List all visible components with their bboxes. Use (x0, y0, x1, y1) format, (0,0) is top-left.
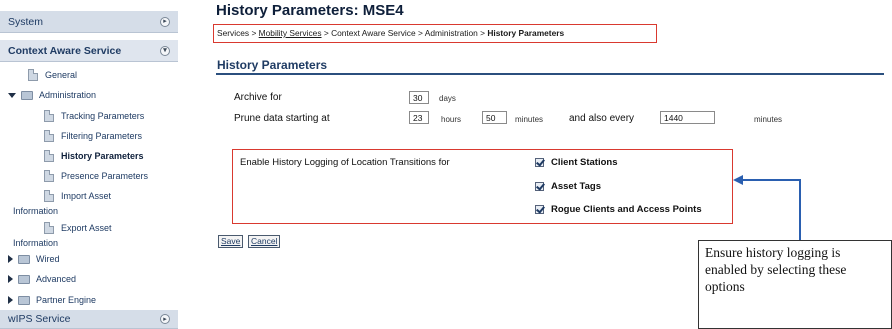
archive-unit: days (439, 94, 456, 103)
breadcrumb: Services > Mobility Services > Context A… (217, 28, 564, 38)
collapsed-arrow-icon[interactable] (8, 296, 13, 304)
callout-arrow-line (740, 179, 801, 240)
folder-icon (18, 254, 30, 264)
breadcrumb-services[interactable]: Services (217, 28, 249, 38)
section-title: History Parameters (217, 58, 328, 72)
breadcrumb-separator: > (477, 28, 488, 38)
page-icon (44, 110, 54, 122)
client-stations-label: Client Stations (551, 157, 618, 168)
sidebar-item-filtering[interactable]: Filtering Parameters (44, 129, 142, 143)
sidebar-item-tracking[interactable]: Tracking Parameters (44, 109, 144, 123)
breadcrumb-separator: > (321, 28, 332, 38)
sidebar-item-label: Advanced (36, 274, 77, 284)
sidebar: System ▸ Context Aware Service ▾ General… (0, 0, 180, 329)
sidebar-item-label: Presence Parameters (61, 171, 149, 181)
wips-header[interactable]: wIPS Service ▸ (0, 310, 178, 329)
prune-label: Prune data starting at (234, 113, 330, 124)
context-aware-header[interactable]: Context Aware Service ▾ (0, 40, 178, 62)
sidebar-item-label: Wired (36, 254, 60, 264)
sidebar-item-label-continued: Information (13, 206, 59, 216)
folder-icon (18, 274, 30, 284)
expand-icon[interactable]: ▸ (160, 314, 170, 324)
sidebar-item-presence[interactable]: Presence Parameters (44, 169, 148, 183)
prune-hours-input[interactable] (409, 111, 429, 124)
section-divider (216, 73, 884, 75)
prune-hours-unit: hours (441, 115, 462, 124)
every-minutes-input[interactable] (660, 111, 715, 124)
sidebar-item-label: Partner Engine (36, 295, 97, 305)
prune-minutes-unit: minutes (515, 115, 544, 124)
folder-icon (18, 295, 30, 305)
sidebar-item-label: Export Asset (61, 223, 112, 233)
page-title: History Parameters: MSE4 (216, 2, 404, 19)
save-button[interactable]: Save (218, 235, 244, 248)
page-icon (28, 69, 38, 81)
collapsed-arrow-icon[interactable] (8, 275, 13, 283)
page-icon (44, 150, 54, 162)
sidebar-item-label: Tracking Parameters (61, 111, 145, 121)
system-label: System (8, 15, 44, 28)
page-icon (44, 170, 54, 182)
logging-label: Enable History Logging of Location Trans… (240, 157, 450, 168)
every-minutes-unit: minutes (754, 115, 783, 124)
sidebar-item-wired[interactable]: Wired (8, 252, 60, 266)
sidebar-item-label: Import Asset (61, 191, 112, 201)
expand-icon[interactable]: ▸ (160, 16, 170, 27)
page-icon (44, 222, 54, 234)
sidebar-item-partner-engine[interactable]: Partner Engine (8, 293, 96, 307)
client-stations-checkbox[interactable] (535, 158, 544, 167)
sidebar-item-export-asset[interactable]: Export Asset (44, 221, 112, 235)
page-icon (44, 130, 54, 142)
breadcrumb-mobility-services[interactable]: Mobility Services (259, 28, 322, 38)
annotation-callout: Ensure history logging is enabled by sel… (698, 240, 892, 329)
sidebar-item-administration[interactable]: Administration (8, 88, 96, 102)
rogue-clients-label: Rogue Clients and Access Points (551, 204, 702, 215)
callout-arrow-head (733, 175, 743, 185)
archive-label: Archive for (234, 92, 282, 103)
breadcrumb-context-aware[interactable]: Context Aware Service (331, 28, 416, 38)
collapsed-arrow-icon[interactable] (8, 255, 13, 263)
sidebar-item-label: History Parameters (61, 151, 144, 161)
prune-minutes-input[interactable] (482, 111, 507, 124)
archive-days-input[interactable] (409, 91, 429, 104)
asset-tags-checkbox[interactable] (535, 182, 544, 191)
breadcrumb-administration[interactable]: Administration (425, 28, 478, 38)
wips-label: wIPS Service (8, 313, 71, 325)
sidebar-item-general[interactable]: General (28, 68, 77, 82)
sidebar-item-label: General (45, 70, 78, 80)
collapse-icon[interactable]: ▾ (160, 45, 170, 56)
system-header[interactable]: System ▸ (0, 11, 178, 33)
breadcrumb-separator: > (415, 28, 425, 38)
breadcrumb-separator: > (249, 28, 259, 38)
sidebar-item-label-continued: Information (13, 238, 59, 248)
expanded-arrow-icon[interactable] (8, 92, 16, 98)
cancel-button[interactable]: Cancel (248, 235, 281, 248)
context-aware-label: Context Aware Service (8, 44, 122, 57)
sidebar-item-history[interactable]: History Parameters (44, 149, 144, 163)
folder-icon (21, 90, 33, 100)
sidebar-item-import-asset[interactable]: Import Asset (44, 189, 111, 203)
sidebar-item-advanced[interactable]: Advanced (8, 272, 76, 286)
asset-tags-label: Asset Tags (551, 181, 601, 192)
breadcrumb-current: History Parameters (487, 28, 565, 38)
sidebar-item-label: Administration (39, 90, 97, 100)
sidebar-item-label: Filtering Parameters (61, 131, 143, 141)
page-icon (44, 190, 54, 202)
every-label: and also every (569, 113, 635, 124)
rogue-clients-checkbox[interactable] (535, 205, 544, 214)
